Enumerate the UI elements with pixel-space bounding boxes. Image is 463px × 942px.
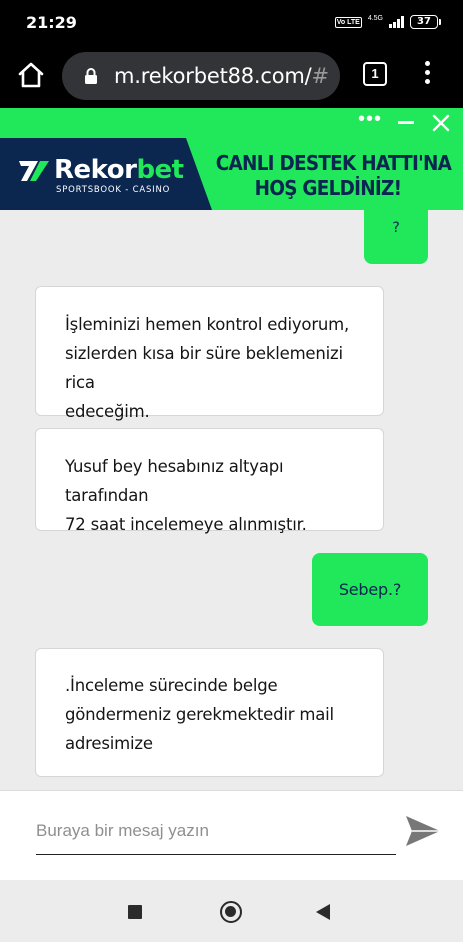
message-composer (0, 790, 463, 880)
message-list[interactable]: ? İşleminizi hemen kontrol ediyorum, siz… (0, 210, 463, 790)
recents-square-icon[interactable] (128, 905, 142, 919)
home-icon[interactable] (16, 60, 46, 90)
lock-icon (85, 68, 97, 84)
agent-message: .İnceleme sürecinde belge göndermeniz ge… (35, 648, 384, 777)
home-circle-icon[interactable] (220, 901, 242, 923)
network-type: 4.5G (367, 14, 383, 22)
battery-level: 37 (410, 15, 438, 29)
volte-icon: Vo LTE (334, 16, 362, 28)
close-icon[interactable] (432, 114, 450, 132)
signal-icon (389, 16, 404, 28)
rekorbet-logo-icon (19, 161, 49, 181)
tab-switcher-button[interactable]: 1 (363, 62, 387, 86)
user-message: ? (364, 210, 428, 264)
brand-logo: Rekorbet (54, 155, 184, 185)
message-input[interactable] (36, 813, 396, 855)
back-triangle-icon[interactable] (316, 904, 330, 920)
chat-banner: Rekorbet SPORTSBOOK - CASINO CANLI DESTE… (0, 138, 463, 210)
battery-icon: 37 (410, 15, 441, 29)
status-bar: 21:29 Vo LTE 4.5G 37 (0, 0, 463, 44)
more-options-icon[interactable]: ••• (358, 109, 382, 132)
agent-message: İşleminizi hemen kontrol ediyorum, sizle… (35, 286, 384, 421)
url-text: m.rekorbet88.com/# (114, 64, 329, 88)
address-bar[interactable]: m.rekorbet88.com/# (62, 52, 340, 100)
brand-tagline: SPORTSBOOK - CASINO (56, 185, 171, 195)
agent-message: Yusuf bey hesabınız altyapı tarafından 7… (35, 428, 384, 534)
browser-toolbar: m.rekorbet88.com/# 1 (0, 44, 463, 108)
user-message: Sebep.? (312, 553, 428, 626)
paper-plane-icon[interactable] (404, 813, 442, 849)
status-icons: Vo LTE 4.5G 37 (334, 13, 441, 31)
browser-menu-icon[interactable] (418, 58, 436, 90)
status-time: 21:29 (26, 13, 77, 32)
chat-window-controls: ••• (0, 108, 463, 138)
minimize-icon[interactable] (398, 121, 414, 124)
brand-panel: Rekorbet SPORTSBOOK - CASINO (0, 138, 212, 210)
system-nav-bar (0, 880, 463, 942)
welcome-heading: CANLI DESTEK HATTI'NA HOŞ GELDİNİZ! (215, 151, 452, 200)
